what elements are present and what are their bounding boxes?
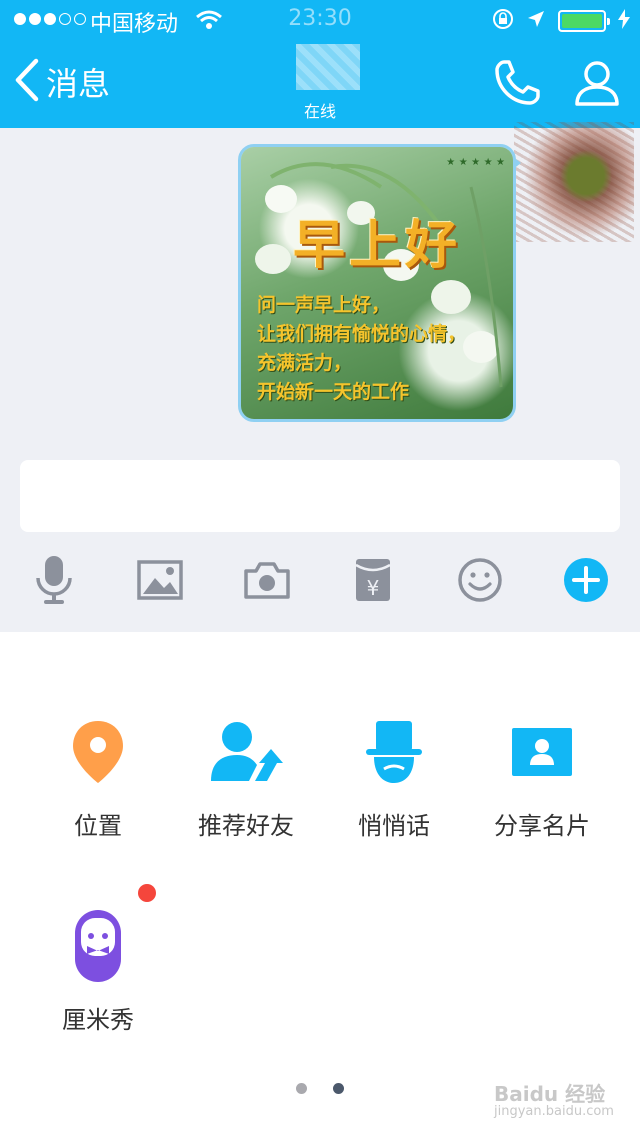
cmshow-icon <box>18 906 178 986</box>
watermark-brand: Baidu 经验 <box>494 1082 606 1106</box>
plus-icon <box>563 557 609 607</box>
status-bar: 中国移动 23:30 <box>0 0 640 40</box>
camera-button[interactable] <box>241 556 293 608</box>
card-line: 充满活力， <box>257 352 353 374</box>
location-button[interactable]: 位置 <box>18 712 178 841</box>
new-badge-dot <box>138 884 156 902</box>
microphone-icon <box>34 554 74 610</box>
profile-icon <box>572 61 622 112</box>
charging-bolt-icon <box>618 9 630 33</box>
location-pin-icon <box>18 712 178 792</box>
voice-button[interactable] <box>28 556 80 608</box>
page-dot-active[interactable] <box>333 1083 344 1094</box>
svg-text:¥: ¥ <box>367 576 380 600</box>
battery-icon <box>558 10 610 32</box>
whisper-mask-icon <box>314 712 474 792</box>
sender-avatar[interactable] <box>514 122 634 242</box>
whisper-button[interactable]: 悄悄话 <box>314 712 474 841</box>
greeting-card-image: ★ ★ ★ ★ ★ 早上好 问一声早上好， 让我们拥有愉悦的心情， 充满活力， … <box>241 147 513 419</box>
location-label: 位置 <box>74 812 122 840</box>
chat-header: 中国移动 23:30 消息 在线 <box>0 0 640 128</box>
card-title: 早上好 <box>292 215 461 276</box>
recommend-friend-icon <box>166 712 326 792</box>
red-packet-icon: ¥ <box>354 557 392 607</box>
cmshow-button[interactable]: 厘米秀 <box>18 906 178 1035</box>
camera-icon <box>244 561 290 603</box>
location-arrow-icon <box>526 9 546 33</box>
watermark-url: jingyan.baidu.com <box>494 1104 614 1119</box>
image-icon <box>137 560 183 604</box>
image-message-bubble[interactable]: ★ ★ ★ ★ ★ 早上好 问一声早上好， 让我们拥有愉悦的心情， 充满活力， … <box>238 144 516 422</box>
cmshow-label: 厘米秀 <box>62 1006 134 1034</box>
red-packet-button[interactable]: ¥ <box>347 556 399 608</box>
card-line: 开始新一天的工作 <box>257 381 410 403</box>
card-message-lines: 问一声早上好， 让我们拥有愉悦的心情， 充满活力， 开始新一天的工作 <box>257 291 466 407</box>
message-input[interactable] <box>20 460 620 532</box>
contact-card-icon <box>462 712 622 792</box>
whisper-label: 悄悄话 <box>358 812 430 840</box>
contact-profile-button[interactable] <box>572 58 622 112</box>
image-button[interactable] <box>134 556 186 608</box>
presence-status: 在线 <box>303 102 336 121</box>
composer-toolbar: ¥ <box>0 556 640 608</box>
more-button[interactable] <box>560 556 612 608</box>
emoji-button[interactable] <box>454 556 506 608</box>
card-line: 让我们拥有愉悦的心情， <box>257 323 467 345</box>
recommend-friend-label: 推荐好友 <box>198 812 294 840</box>
share-card-button[interactable]: 分享名片 <box>462 712 622 841</box>
phone-icon <box>492 60 542 112</box>
call-button[interactable] <box>492 58 542 112</box>
more-actions-panel <box>0 632 640 1136</box>
recommend-friend-button[interactable]: 推荐好友 <box>166 712 326 841</box>
orientation-lock-icon <box>492 8 514 34</box>
share-card-label: 分享名片 <box>494 812 590 840</box>
panel-page-indicator[interactable] <box>296 1083 344 1094</box>
card-credit-text: ★ ★ ★ ★ ★ <box>446 157 505 168</box>
contact-name-redacted <box>296 44 360 90</box>
card-line: 问一声早上好， <box>257 294 391 316</box>
emoji-icon <box>457 557 503 607</box>
page-dot[interactable] <box>296 1083 307 1094</box>
